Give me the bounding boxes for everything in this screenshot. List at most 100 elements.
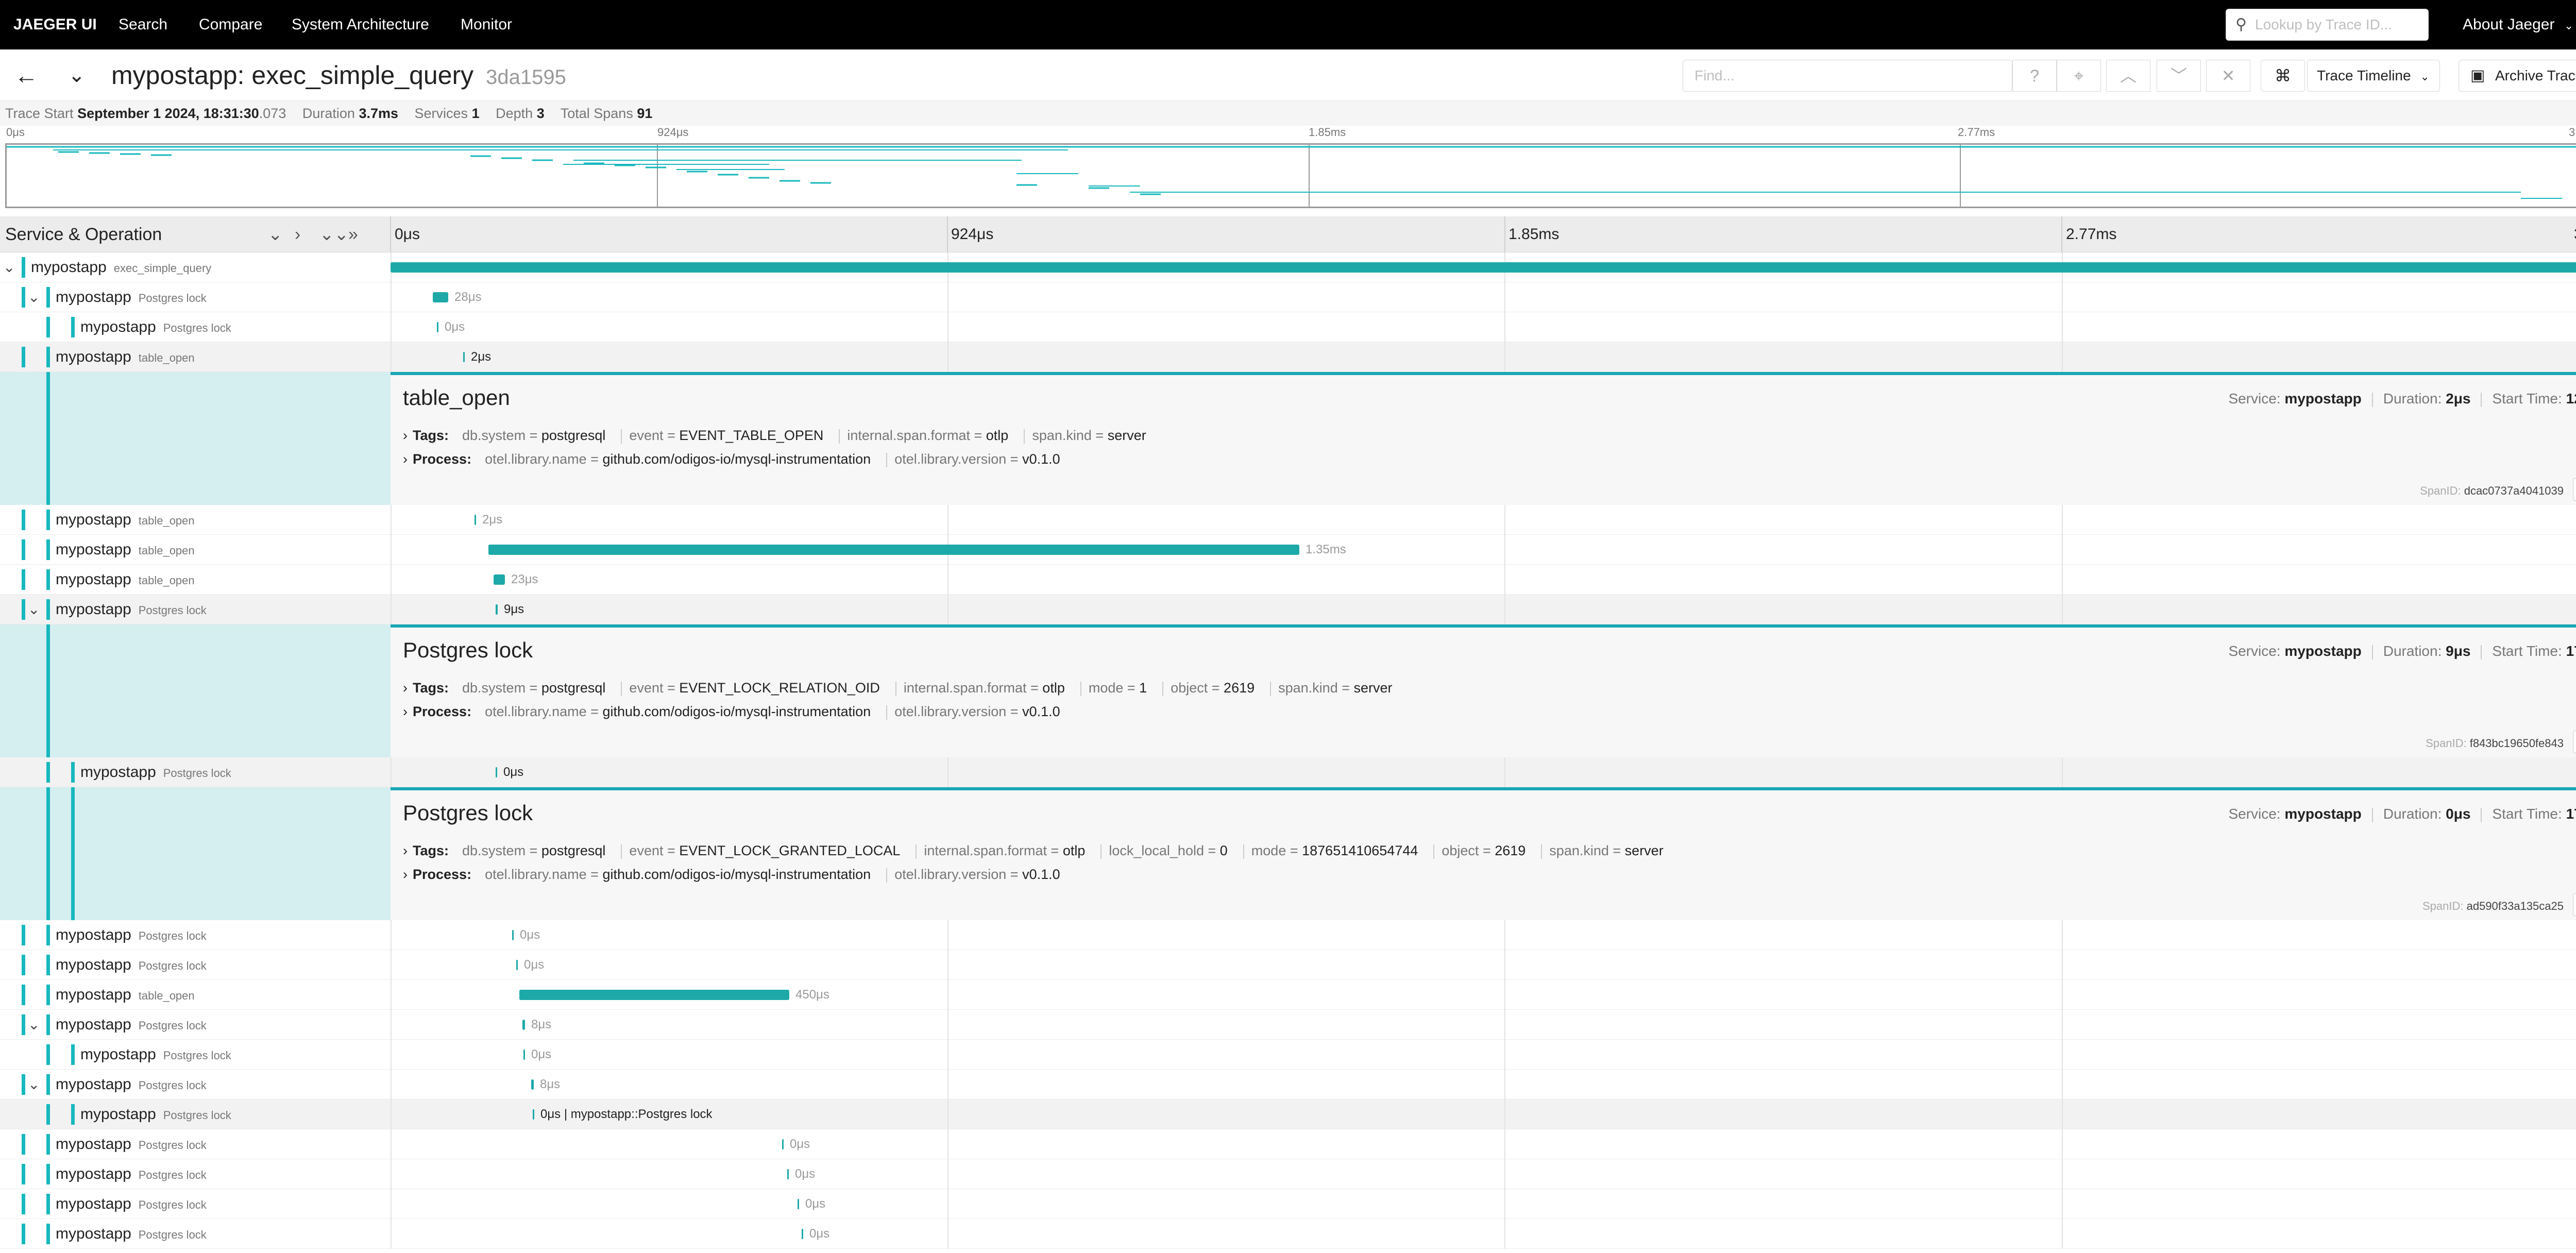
span-name-cell[interactable]: ⌄ mypostapp Postgres lock xyxy=(0,1070,391,1099)
chevron-right-icon[interactable]: › xyxy=(403,428,408,443)
span-name-cell[interactable]: mypostapp table_open xyxy=(0,505,391,535)
chevron-down-icon[interactable]: ⌄ xyxy=(3,252,15,282)
span-name-cell[interactable]: ⌄ mypostapp exec_simple_query xyxy=(0,252,391,282)
span-timeline-cell[interactable]: 0μs xyxy=(391,1129,2576,1159)
span-name-cell[interactable]: ⌄ mypostapp Postgres lock xyxy=(0,282,391,312)
span-name-cell[interactable]: mypostapp Postgres lock xyxy=(0,757,391,787)
span-name-cell[interactable]: mypostapp Postgres lock xyxy=(0,1159,391,1189)
span-name-cell[interactable]: mypostapp table_open xyxy=(0,535,391,565)
span-timeline-cell[interactable]: 0μs xyxy=(391,1189,2576,1219)
nav-system-architecture[interactable]: System Architecture xyxy=(292,0,429,49)
chevron-down-icon[interactable]: ⌄ xyxy=(28,1010,40,1040)
clear-search-icon[interactable]: ✕ xyxy=(2206,60,2250,92)
span-row[interactable]: mypostapp Postgres lock 0μs xyxy=(0,757,2576,787)
span-timeline-cell[interactable]: 28μs xyxy=(391,282,2576,312)
span-row[interactable]: mypostapp Postgres lock 0μs xyxy=(0,1189,2576,1219)
span-row[interactable]: ⌄ mypostapp Postgres lock 28μs xyxy=(0,282,2576,312)
span-row[interactable]: ⌄ mypostapp Postgres lock 8μs xyxy=(0,1070,2576,1099)
span-row[interactable]: ⌄ mypostapp Postgres lock 8μs xyxy=(0,1010,2576,1040)
span-timeline-cell[interactable]: 1.35ms xyxy=(391,535,2576,565)
span-bar[interactable] xyxy=(523,1049,525,1060)
span-name-cell[interactable]: mypostapp Postgres lock xyxy=(0,920,391,950)
chevron-right-icon[interactable]: › xyxy=(403,704,408,719)
span-bar[interactable] xyxy=(782,1139,784,1149)
locate-icon[interactable]: ⌖ xyxy=(2057,60,2101,92)
span-row[interactable]: mypostapp Postgres lock 0μs xyxy=(0,1040,2576,1070)
span-name-cell[interactable]: mypostapp Postgres lock xyxy=(0,1219,391,1249)
nav-monitor[interactable]: Monitor xyxy=(461,0,512,49)
span-row[interactable]: mypostapp Postgres lock 0μs | mypostapp::P… xyxy=(0,1099,2576,1129)
span-timeline-cell[interactable]: 0μs | mypostapp::Postgres lock xyxy=(391,1099,2576,1129)
span-timeline-cell[interactable]: 450μs xyxy=(391,980,2576,1010)
span-bar[interactable] xyxy=(496,767,497,777)
span-bar[interactable] xyxy=(391,262,2576,273)
span-bar[interactable] xyxy=(531,1079,534,1090)
span-timeline-cell[interactable]: 9μs xyxy=(391,595,2576,624)
span-row[interactable]: mypostapp table_open 23μs xyxy=(0,565,2576,595)
archive-trace-button[interactable]: ▣ Archive Trace xyxy=(2459,60,2576,92)
span-timeline-cell[interactable]: 8μs xyxy=(391,1070,2576,1099)
span-name-cell[interactable]: mypostapp Postgres lock xyxy=(0,1129,391,1159)
nav-compare[interactable]: Compare xyxy=(199,0,262,49)
span-row[interactable]: mypostapp Postgres lock 0μs xyxy=(0,1159,2576,1189)
chevron-down-icon[interactable]: ⌄ xyxy=(28,282,40,312)
span-bar[interactable] xyxy=(494,574,505,585)
span-bar[interactable] xyxy=(437,322,438,332)
collapse-chevron-icon[interactable]: ⌄ xyxy=(68,49,86,101)
span-name-cell[interactable]: ⌄ mypostapp Postgres lock xyxy=(0,595,391,624)
chevron-down-icon[interactable]: ⌄ xyxy=(28,595,40,624)
process-row[interactable]: › Process: otel.library.name = github.com/… xyxy=(403,704,1069,720)
span-timeline-cell[interactable]: 0μs xyxy=(391,312,2576,342)
span-row[interactable]: mypostapp table_open 1.35ms xyxy=(0,535,2576,565)
span-timeline-cell[interactable]: 0μs xyxy=(391,950,2576,980)
find-input[interactable]: Find... xyxy=(1683,60,2012,92)
span-name-cell[interactable]: ⌄ mypostapp Postgres lock xyxy=(0,1010,391,1040)
span-timeline-cell[interactable]: 0μs xyxy=(391,920,2576,950)
keyboard-shortcuts-icon[interactable]: ⌘ xyxy=(2261,60,2305,92)
span-name-cell[interactable]: mypostapp table_open xyxy=(0,565,391,595)
trace-lookup-input[interactable]: ⚲ Lookup by Trace ID... xyxy=(2226,9,2429,41)
copy-link-icon[interactable]: ⇔ xyxy=(2573,731,2576,753)
span-row[interactable]: mypostapp Postgres lock 0μs xyxy=(0,312,2576,342)
span-bar[interactable] xyxy=(798,1199,799,1209)
span-timeline-cell[interactable]: 23μs xyxy=(391,565,2576,595)
span-row[interactable]: ⌄ mypostapp exec_simple_query xyxy=(0,252,2576,282)
span-bar[interactable] xyxy=(496,604,498,615)
span-row[interactable]: mypostapp Postgres lock 0μs xyxy=(0,1219,2576,1249)
span-bar[interactable] xyxy=(787,1169,789,1179)
trace-minimap[interactable]: 0μs 924μs 1.85ms 2.77ms 3.7ms xyxy=(0,126,2576,213)
span-name-cell[interactable]: mypostapp Postgres lock xyxy=(0,312,391,342)
span-bar[interactable] xyxy=(512,930,514,940)
chevron-right-icon[interactable]: › xyxy=(403,680,408,696)
span-bar[interactable] xyxy=(802,1229,803,1239)
span-name-cell[interactable]: mypostapp Postgres lock xyxy=(0,1099,391,1129)
about-jaeger-menu[interactable]: About Jaeger ⌄ xyxy=(2463,0,2573,49)
span-bar[interactable] xyxy=(474,515,476,525)
brand-logo[interactable]: JAEGER UI xyxy=(13,0,97,49)
span-timeline-cell[interactable]: 2μs xyxy=(391,342,2576,372)
process-row[interactable]: › Process: otel.library.name = github.com/… xyxy=(403,451,1069,467)
span-timeline-cell[interactable] xyxy=(391,252,2576,282)
span-name-cell[interactable]: mypostapp Postgres lock xyxy=(0,1040,391,1070)
nav-search[interactable]: Search xyxy=(118,0,167,49)
chevron-right-icon[interactable]: › xyxy=(403,451,408,467)
expand-all-icon[interactable]: ⌄⌄ xyxy=(319,216,349,252)
back-arrow-icon[interactable]: ← xyxy=(14,49,38,101)
span-row[interactable]: mypostapp Postgres lock 0μs xyxy=(0,1129,2576,1159)
copy-link-icon[interactable]: ⇔ xyxy=(2573,478,2576,501)
span-bar[interactable] xyxy=(463,352,465,362)
span-name-cell[interactable]: mypostapp Postgres lock xyxy=(0,1189,391,1219)
span-bar[interactable] xyxy=(519,990,789,1000)
span-timeline-cell[interactable]: 0μs xyxy=(391,1159,2576,1189)
span-timeline-cell[interactable]: 0μs xyxy=(391,757,2576,787)
tags-row[interactable]: › Tags: db.system = postgresql event = EVEN… xyxy=(403,428,1155,444)
copy-link-icon[interactable]: ⇔ xyxy=(2573,893,2576,916)
span-row[interactable]: mypostapp Postgres lock 0μs xyxy=(0,920,2576,950)
span-row[interactable]: mypostapp table_open 450μs xyxy=(0,980,2576,1010)
process-row[interactable]: › Process: otel.library.name = github.com/… xyxy=(403,867,1069,883)
chevron-down-icon[interactable]: ⌄ xyxy=(28,1070,40,1099)
chevron-right-icon[interactable]: › xyxy=(403,843,408,858)
next-result-icon[interactable]: ﹀ xyxy=(2157,60,2201,92)
expand-one-icon[interactable]: › xyxy=(295,216,300,252)
span-row[interactable]: ⌄ mypostapp Postgres lock 9μs xyxy=(0,595,2576,624)
